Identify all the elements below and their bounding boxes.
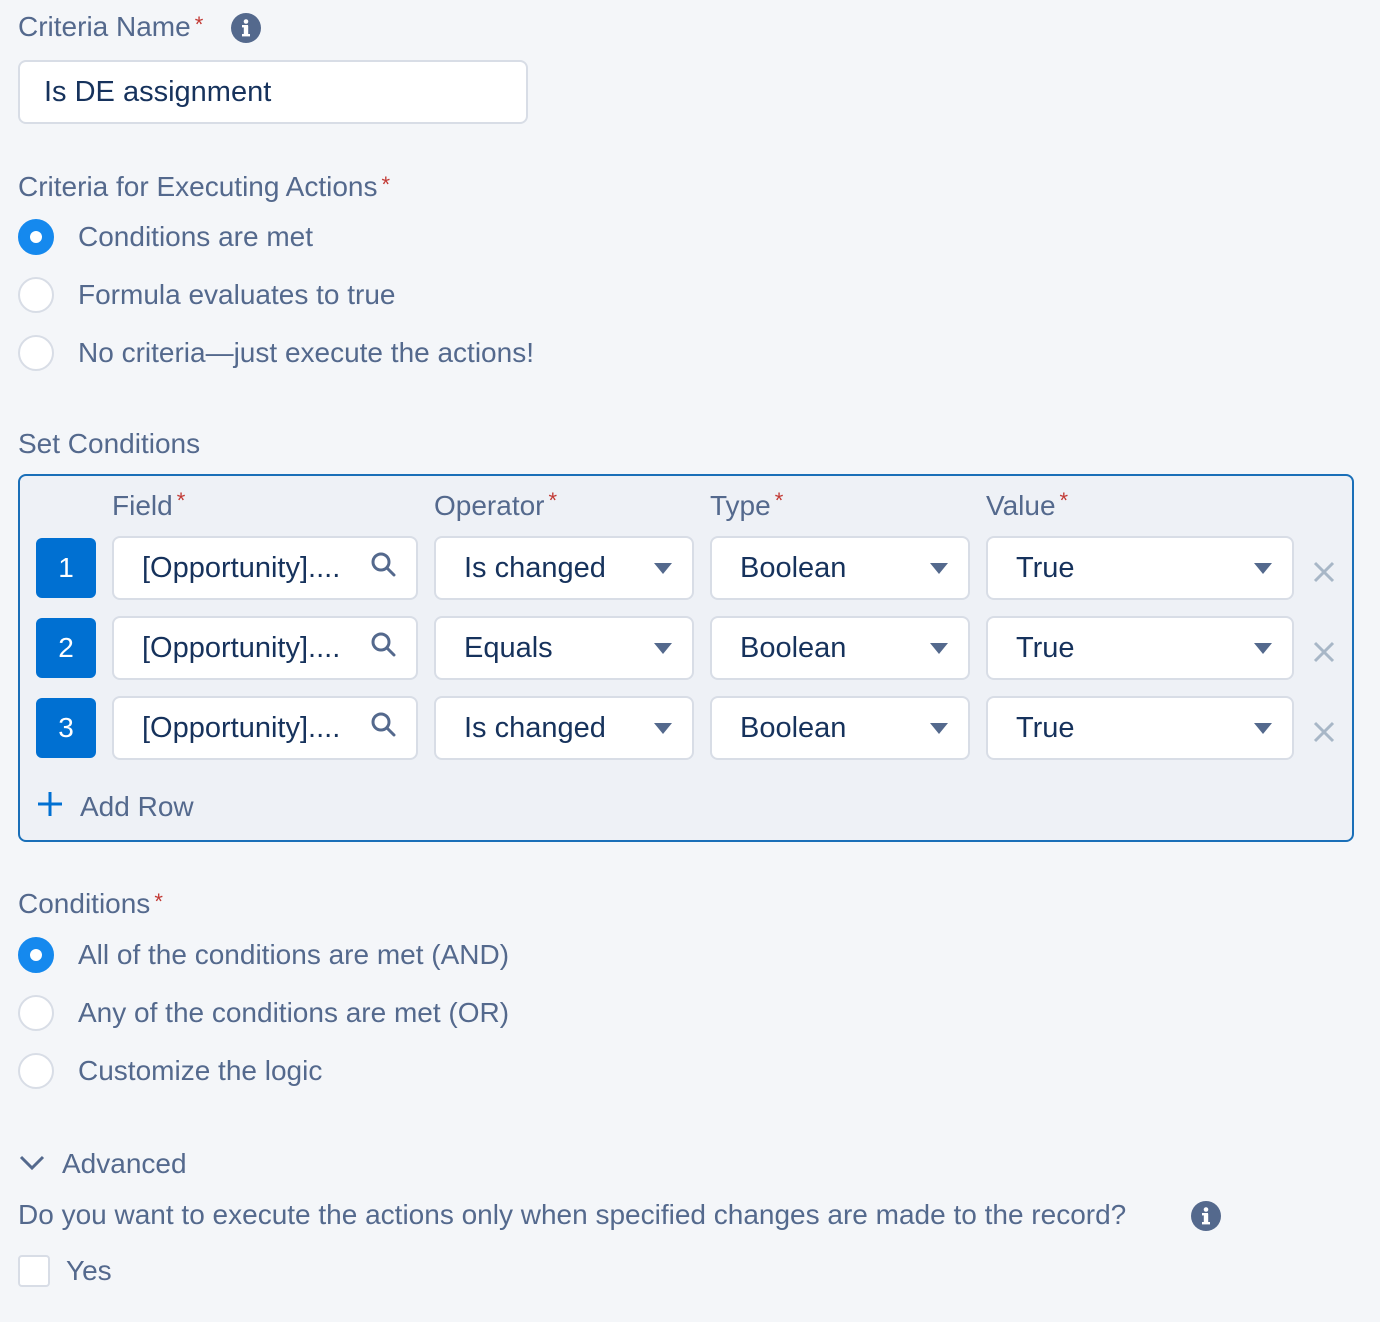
chevron-down-icon: [18, 1152, 46, 1177]
operator-select[interactable]: Is changed: [434, 696, 694, 760]
info-icon[interactable]: [231, 13, 261, 43]
radio-button[interactable]: [18, 995, 54, 1031]
column-header-operator: Operator *: [434, 488, 558, 521]
chevron-down-icon: [1254, 722, 1272, 734]
type-select[interactable]: Boolean: [710, 536, 970, 600]
chevron-down-icon: [654, 562, 672, 574]
search-icon[interactable]: [370, 551, 396, 585]
radio-button[interactable]: [18, 1053, 54, 1089]
radio-all-conditions[interactable]: All of the conditions are met (AND): [18, 935, 509, 975]
row-number-badge: 3: [36, 698, 96, 758]
radio-button[interactable]: [18, 277, 54, 313]
row-number-badge: 1: [36, 538, 96, 598]
column-header-type: Type *: [710, 488, 784, 521]
radio-button[interactable]: [18, 219, 54, 255]
executing-criteria-label: Criteria for Executing Actions *: [18, 171, 391, 202]
column-header-value: Value *: [986, 488, 1069, 521]
radio-any-conditions[interactable]: Any of the conditions are met (OR): [18, 993, 509, 1033]
chevron-down-icon: [654, 722, 672, 734]
yes-checkbox-row[interactable]: Yes: [18, 1254, 112, 1288]
search-icon[interactable]: [370, 631, 396, 665]
conditions-label: Conditions *: [18, 888, 163, 919]
type-select[interactable]: Boolean: [710, 616, 970, 680]
add-row-button[interactable]: Add Row: [36, 790, 194, 823]
chevron-down-icon: [930, 722, 948, 734]
value-select[interactable]: True: [986, 616, 1294, 680]
field-lookup-input[interactable]: [Opportunity]....: [112, 536, 418, 600]
remove-row-icon[interactable]: [1310, 558, 1338, 586]
chevron-down-icon: [930, 562, 948, 574]
row-number-badge: 2: [36, 618, 96, 678]
value-select[interactable]: True: [986, 696, 1294, 760]
radio-button[interactable]: [18, 937, 54, 973]
field-lookup-input[interactable]: [Opportunity]....: [112, 616, 418, 680]
operator-select[interactable]: Equals: [434, 616, 694, 680]
plus-icon: [36, 790, 64, 823]
criteria-name-input[interactable]: Is DE assignment: [18, 60, 528, 124]
radio-button[interactable]: [18, 335, 54, 371]
info-icon[interactable]: [1191, 1201, 1221, 1231]
chevron-down-icon: [1254, 562, 1272, 574]
radio-formula-true[interactable]: Formula evaluates to true: [18, 275, 396, 315]
set-conditions-title: Set Conditions: [18, 428, 201, 459]
field-lookup-input[interactable]: [Opportunity]....: [112, 696, 418, 760]
advanced-toggle[interactable]: Advanced: [18, 1147, 187, 1181]
search-icon[interactable]: [370, 711, 396, 745]
radio-no-criteria[interactable]: No criteria—just execute the actions!: [18, 333, 534, 373]
chevron-down-icon: [654, 642, 672, 654]
yes-checkbox[interactable]: [18, 1255, 50, 1287]
remove-row-icon[interactable]: [1310, 718, 1338, 746]
advanced-question: Do you want to execute the actions only …: [18, 1199, 1127, 1230]
radio-conditions-met[interactable]: Conditions are met: [18, 217, 313, 257]
chevron-down-icon: [1254, 642, 1272, 654]
type-select[interactable]: Boolean: [710, 696, 970, 760]
chevron-down-icon: [930, 642, 948, 654]
value-select[interactable]: True: [986, 536, 1294, 600]
remove-row-icon[interactable]: [1310, 638, 1338, 666]
criteria-name-label: Criteria Name *: [18, 11, 204, 42]
column-header-field: Field *: [112, 488, 186, 521]
radio-customize-logic[interactable]: Customize the logic: [18, 1051, 322, 1091]
operator-select[interactable]: Is changed: [434, 536, 694, 600]
